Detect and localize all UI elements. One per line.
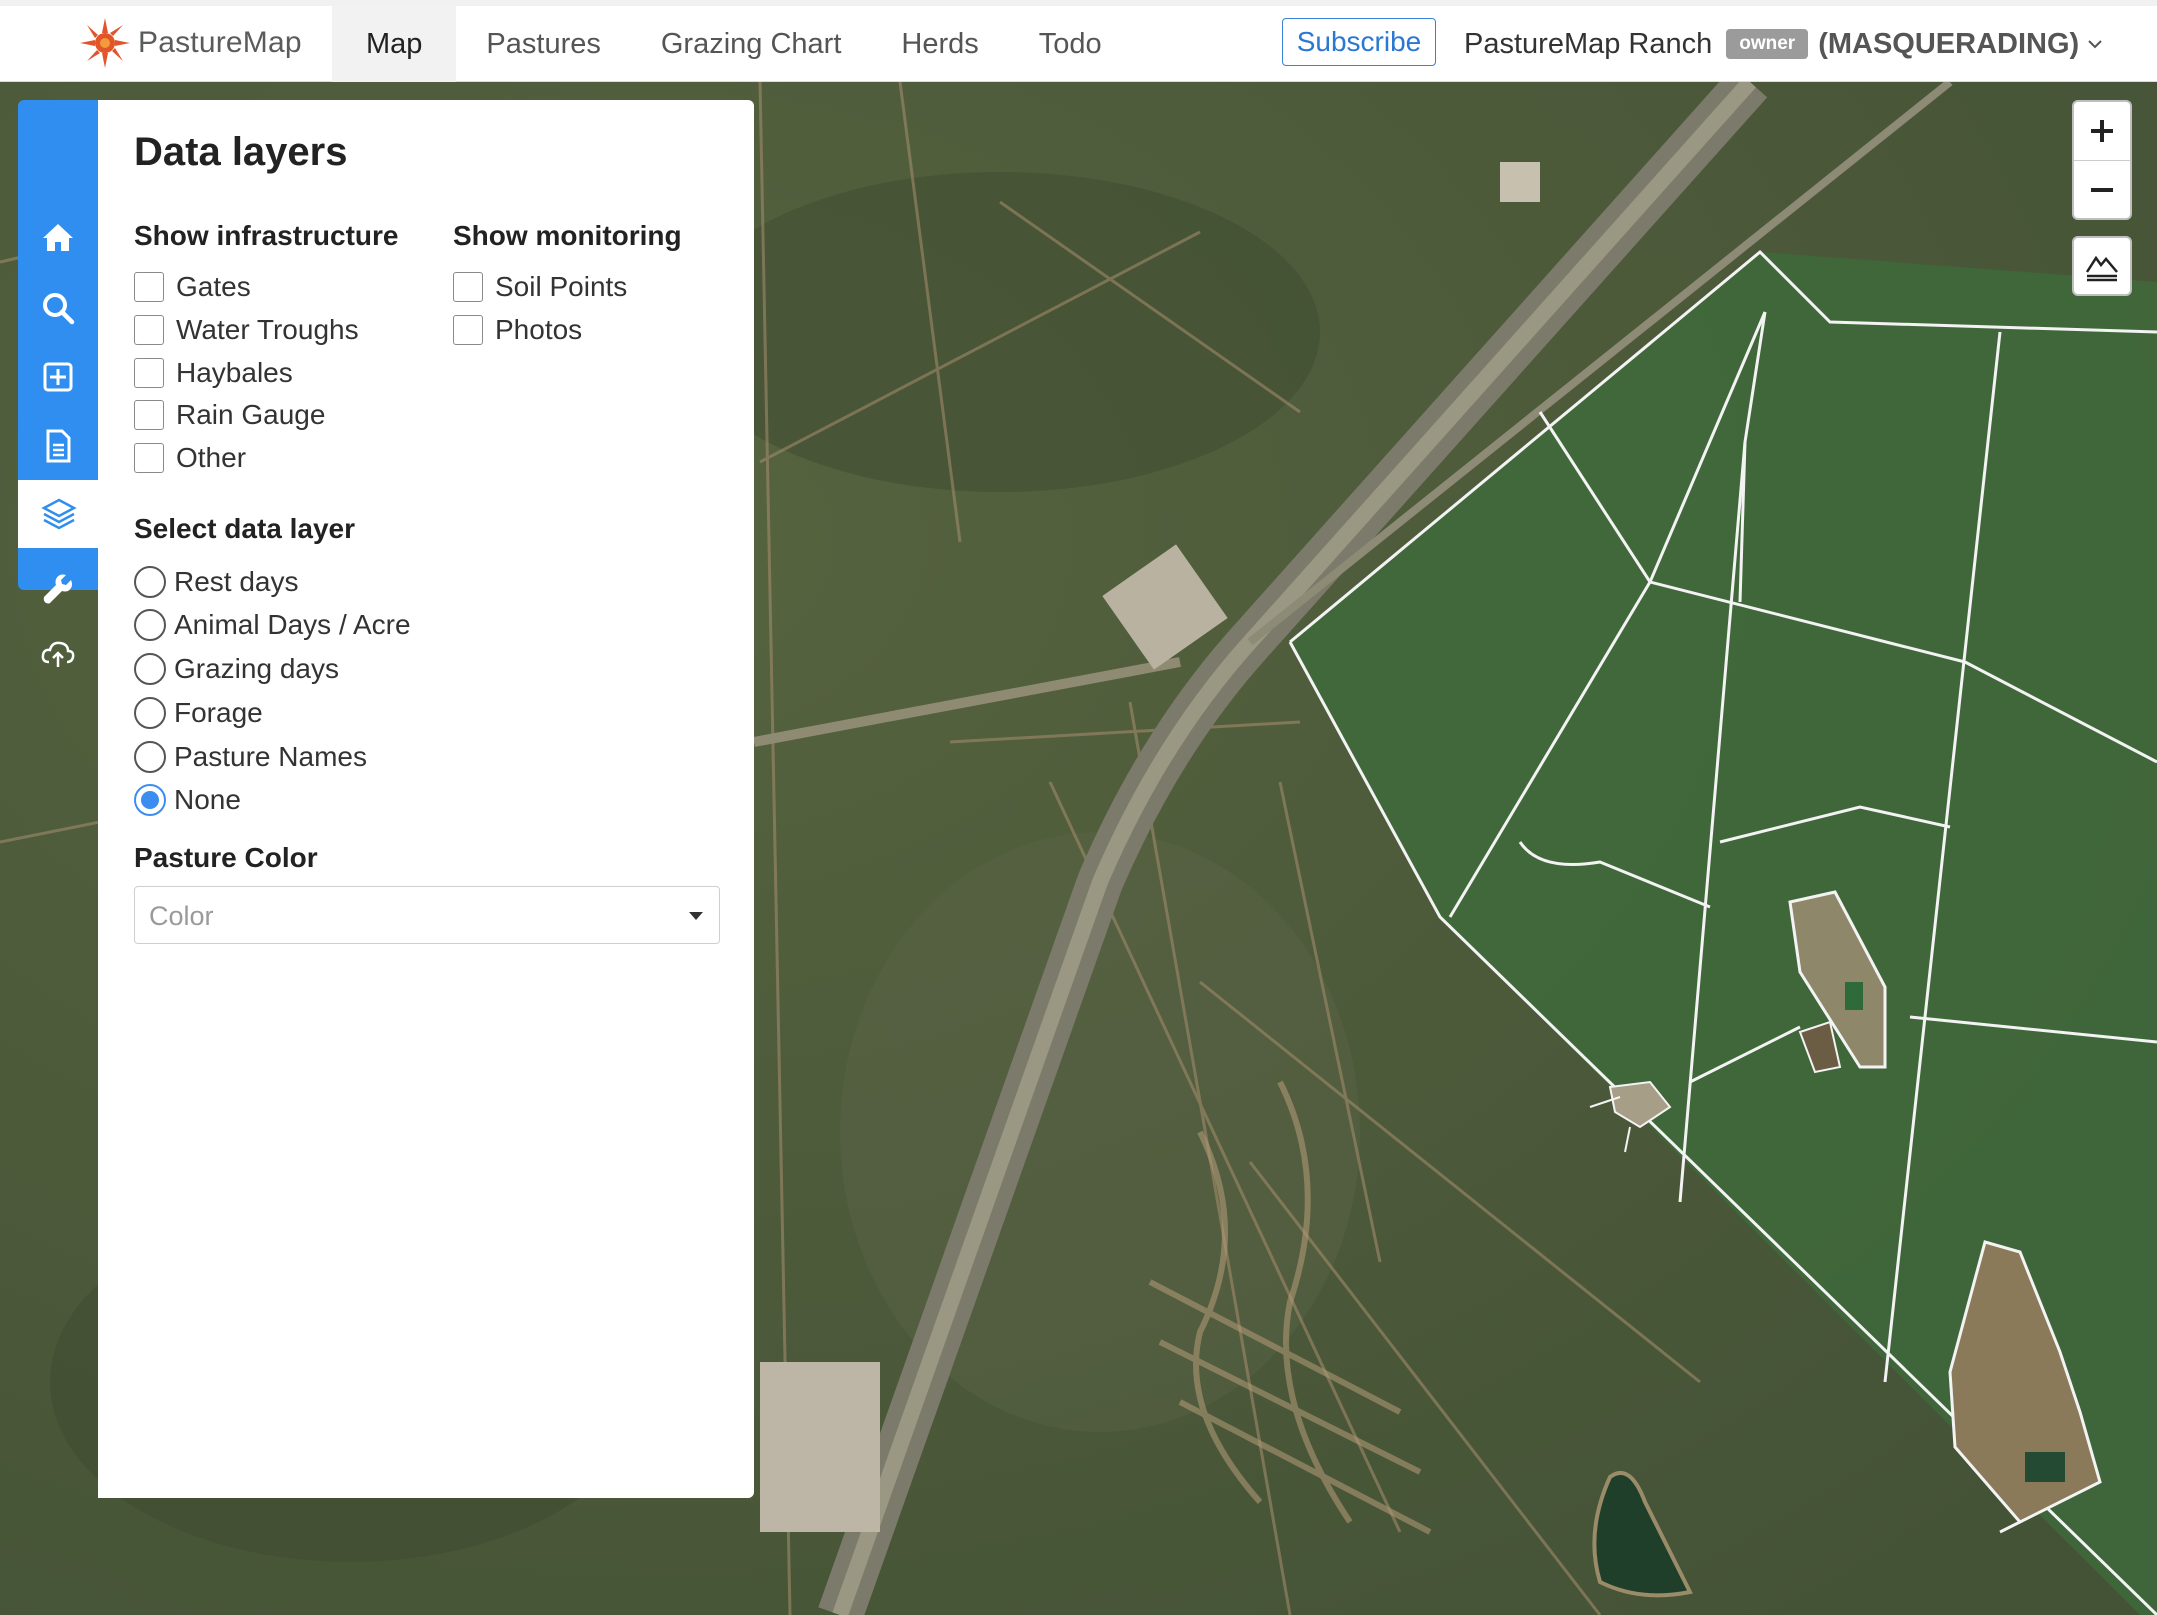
pasture-color-select[interactable]: Color — [134, 886, 720, 944]
water-troughs-label: Water Troughs — [176, 314, 359, 345]
animal-days-acre-radio[interactable] — [134, 609, 166, 641]
radio-none[interactable]: None — [134, 783, 241, 817]
rest-days-label: Rest days — [174, 566, 299, 597]
sync-button[interactable] — [18, 619, 98, 687]
ranch-name: PastureMap Ranch — [1464, 27, 1713, 60]
panel-title: Data layers — [134, 130, 348, 174]
caret-down-icon — [689, 912, 703, 920]
wrench-icon — [43, 574, 72, 604]
map-style-button[interactable] — [2072, 236, 2132, 296]
checkbox-rain-gauge[interactable]: Rain Gauge — [134, 398, 325, 432]
photos-checkbox[interactable] — [453, 315, 483, 345]
pasture-names-label: Pasture Names — [174, 741, 367, 772]
nav-tab-pastures[interactable]: Pastures — [456, 6, 630, 82]
nav-tab-todo[interactable]: Todo — [1009, 6, 1132, 82]
data-layers-panel: Data layers Show infrastructure Show mon… — [98, 100, 754, 1498]
water-troughs-checkbox[interactable] — [134, 315, 164, 345]
animal-days-acre-label: Animal Days / Acre — [174, 609, 411, 640]
pasture-names-radio[interactable] — [134, 741, 166, 773]
forage-label: Forage — [174, 697, 263, 728]
plus-icon — [2091, 120, 2113, 142]
haybales-label: Haybales — [176, 357, 293, 388]
main-nav: Map Pastures Grazing Chart Herds Todo — [332, 6, 1132, 82]
zoom-in-button[interactable] — [2074, 102, 2130, 160]
forage-radio[interactable] — [134, 697, 166, 729]
reports-button[interactable] — [18, 412, 98, 480]
radio-animal-days-acre[interactable]: Animal Days / Acre — [134, 608, 411, 642]
checkbox-gates[interactable]: Gates — [134, 270, 251, 304]
subscribe-button[interactable]: Subscribe — [1282, 18, 1436, 66]
rain-gauge-label: Rain Gauge — [176, 399, 326, 430]
owner-badge: owner — [1726, 29, 1809, 59]
terrain-icon — [2085, 255, 2118, 282]
chevron-down-icon — [2088, 40, 2102, 49]
add-button[interactable] — [18, 343, 98, 411]
data-layer-heading: Select data layer — [134, 513, 356, 544]
brand-name: PastureMap — [138, 26, 302, 59]
infrastructure-heading: Show infrastructure — [134, 220, 399, 251]
sun-logo-icon — [80, 18, 130, 68]
tools-button[interactable] — [18, 555, 98, 623]
ranch-menu[interactable]: PastureMap Ranch owner (MASQUERADING) — [1464, 22, 2103, 66]
radio-rest-days[interactable]: Rest days — [134, 565, 299, 599]
checkbox-haybales[interactable]: Haybales — [134, 356, 293, 390]
gates-checkbox[interactable] — [134, 272, 164, 302]
soil-points-label: Soil Points — [495, 271, 628, 302]
brand-logo[interactable]: PastureMap — [78, 18, 302, 68]
pasture-color-placeholder: Color — [149, 901, 214, 931]
photos-label: Photos — [495, 314, 583, 345]
pasture-color-heading: Pasture Color — [134, 842, 318, 873]
grazing-days-label: Grazing days — [174, 653, 339, 684]
home-icon — [43, 224, 73, 251]
zoom-control — [2072, 100, 2132, 220]
tool-sidebar — [18, 100, 100, 667]
rest-days-radio[interactable] — [134, 566, 166, 598]
nav-tab-herds[interactable]: Herds — [871, 6, 1008, 82]
grazing-days-radio[interactable] — [134, 653, 166, 685]
none-radio[interactable] — [134, 784, 166, 816]
radio-grazing-days[interactable]: Grazing days — [134, 652, 339, 686]
radio-forage[interactable]: Forage — [134, 696, 263, 730]
soil-points-checkbox[interactable] — [453, 272, 483, 302]
monitoring-heading: Show monitoring — [453, 220, 682, 251]
layers-icon — [41, 498, 77, 530]
checkbox-photos[interactable]: Photos — [453, 313, 582, 347]
nav-tab-grazing-chart[interactable]: Grazing Chart — [631, 6, 872, 82]
search-icon — [43, 293, 75, 325]
gates-label: Gates — [176, 271, 251, 302]
haybales-checkbox[interactable] — [134, 358, 164, 388]
checkbox-water-troughs[interactable]: Water Troughs — [134, 313, 359, 347]
minus-icon — [2091, 188, 2113, 192]
checkbox-soil-points[interactable]: Soil Points — [453, 270, 627, 304]
other-checkbox[interactable] — [134, 443, 164, 473]
data-layers-button[interactable] — [18, 480, 100, 548]
search-button[interactable] — [18, 274, 98, 342]
nav-tab-map[interactable]: Map — [332, 6, 457, 82]
checkbox-other[interactable]: Other — [134, 441, 246, 475]
rain-gauge-checkbox[interactable] — [134, 400, 164, 430]
top-navbar: PastureMap Map Pastures Grazing Chart He… — [0, 0, 2157, 82]
zoom-out-button[interactable] — [2074, 161, 2130, 219]
other-label: Other — [176, 442, 247, 473]
radio-pasture-names[interactable]: Pasture Names — [134, 740, 367, 774]
masquerading-label: (MASQUERADING) — [1818, 27, 2080, 60]
document-icon — [46, 429, 71, 463]
home-button[interactable] — [18, 204, 98, 272]
add-icon — [43, 362, 73, 392]
none-label: None — [174, 784, 241, 815]
cloud-upload-icon — [41, 641, 75, 667]
